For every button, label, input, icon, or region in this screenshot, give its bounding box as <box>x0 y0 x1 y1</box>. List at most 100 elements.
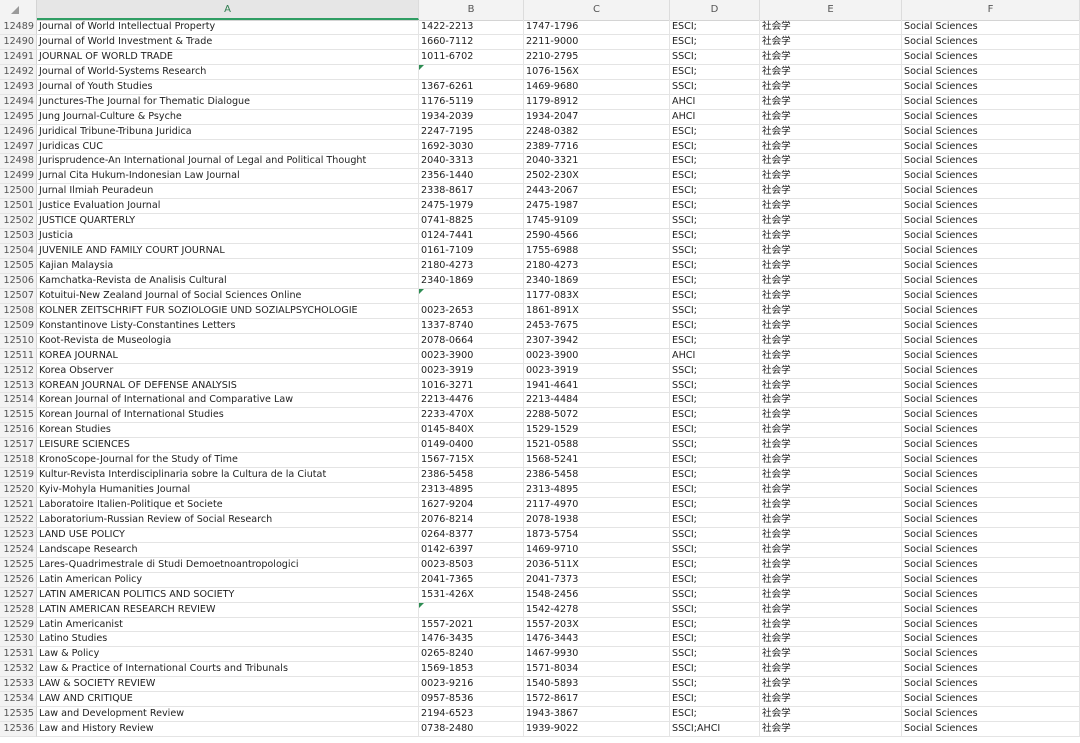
cell-category-en[interactable]: Social Sciences <box>902 692 1080 708</box>
cell-journal-title[interactable]: Koot-Revista de Museologia <box>37 333 419 349</box>
cell-eissn[interactable]: 1747-1796 <box>524 20 670 35</box>
cell-eissn[interactable]: 2389-7716 <box>524 139 670 155</box>
cell-index[interactable]: SSCI; <box>670 214 760 230</box>
column-header-e[interactable]: E <box>760 0 902 20</box>
error-indicator-icon[interactable] <box>419 602 424 608</box>
cell-eissn[interactable]: 1467-9930 <box>524 647 670 663</box>
row-number[interactable]: 12496 <box>0 124 37 140</box>
cell-category-en[interactable]: Social Sciences <box>902 453 1080 469</box>
cell-category-cn[interactable]: 社会学 <box>760 677 902 693</box>
cell-eissn[interactable]: 2117-4970 <box>524 498 670 513</box>
cell-journal-title[interactable]: Journal of World Investment & Trade <box>37 34 419 50</box>
row-number[interactable]: 12531 <box>0 647 37 663</box>
row-number[interactable]: 12527 <box>0 587 37 603</box>
cell-index[interactable]: SSCI; <box>670 587 760 603</box>
cell-category-en[interactable]: Social Sciences <box>902 572 1080 588</box>
row-number[interactable]: 12504 <box>0 244 37 259</box>
cell-category-en[interactable]: Social Sciences <box>902 617 1080 633</box>
cell-issn[interactable] <box>419 602 524 618</box>
cell-eissn[interactable]: 2213-4484 <box>524 393 670 409</box>
cell-journal-title[interactable]: LEISURE SCIENCES <box>37 438 419 454</box>
row-number[interactable]: 12509 <box>0 318 37 334</box>
cell-index[interactable]: SSCI; <box>670 79 760 95</box>
row-number[interactable]: 12510 <box>0 333 37 349</box>
cell-category-cn[interactable]: 社会学 <box>760 244 902 259</box>
cell-index[interactable]: ESCI; <box>670 154 760 170</box>
cell-eissn[interactable]: 1542-4278 <box>524 602 670 618</box>
cell-category-en[interactable]: Social Sciences <box>902 154 1080 170</box>
cell-eissn[interactable]: 1873-5754 <box>524 527 670 543</box>
cell-journal-title[interactable]: JUVENILE AND FAMILY COURT JOURNAL <box>37 244 419 259</box>
error-indicator-icon[interactable] <box>419 64 424 70</box>
cell-journal-title[interactable]: KronoScope-Journal for the Study of Time <box>37 453 419 469</box>
cell-category-en[interactable]: Social Sciences <box>902 677 1080 693</box>
cell-index[interactable]: ESCI; <box>670 393 760 409</box>
cell-index[interactable]: SSCI; <box>670 527 760 543</box>
row-number[interactable]: 12498 <box>0 154 37 170</box>
cell-eissn[interactable]: 2386-5458 <box>524 468 670 484</box>
cell-category-cn[interactable]: 社会学 <box>760 64 902 80</box>
row-number[interactable]: 12516 <box>0 423 37 439</box>
cell-issn[interactable]: 0023-8503 <box>419 557 524 573</box>
cell-eissn[interactable]: 1571-8034 <box>524 662 670 678</box>
cell-issn[interactable]: 1337-8740 <box>419 318 524 334</box>
cell-journal-title[interactable]: Justice Evaluation Journal <box>37 199 419 215</box>
cell-category-en[interactable]: Social Sciences <box>902 438 1080 454</box>
cell-category-cn[interactable]: 社会学 <box>760 199 902 215</box>
cell-issn[interactable]: 1660-7112 <box>419 34 524 50</box>
cell-category-cn[interactable]: 社会学 <box>760 587 902 603</box>
cell-index[interactable]: ESCI; <box>670 64 760 80</box>
row-number[interactable]: 12508 <box>0 303 37 319</box>
cell-journal-title[interactable]: Laboratoire Italien-Politique et Societe <box>37 498 419 513</box>
cell-category-en[interactable]: Social Sciences <box>902 259 1080 274</box>
cell-issn[interactable]: 0264-8377 <box>419 527 524 543</box>
cell-issn[interactable] <box>419 64 524 80</box>
cell-category-en[interactable]: Social Sciences <box>902 363 1080 379</box>
cell-index[interactable]: ESCI; <box>670 318 760 334</box>
cell-journal-title[interactable]: Kamchatka-Revista de Analisis Cultural <box>37 273 419 289</box>
cell-issn[interactable]: 2180-4273 <box>419 259 524 274</box>
cell-category-en[interactable]: Social Sciences <box>902 468 1080 484</box>
cell-eissn[interactable]: 2040-3321 <box>524 154 670 170</box>
row-number[interactable]: 12515 <box>0 408 37 424</box>
cell-category-cn[interactable]: 社会学 <box>760 662 902 678</box>
cell-index[interactable]: AHCI <box>670 94 760 110</box>
cell-issn[interactable]: 0265-8240 <box>419 647 524 663</box>
cell-journal-title[interactable]: Journal of Youth Studies <box>37 79 419 95</box>
cell-index[interactable]: AHCI <box>670 348 760 364</box>
cell-category-en[interactable]: Social Sciences <box>902 378 1080 394</box>
cell-eissn[interactable]: 0023-3919 <box>524 363 670 379</box>
column-header-d[interactable]: D <box>670 0 760 20</box>
cell-eissn[interactable]: 1540-5893 <box>524 677 670 693</box>
cell-eissn[interactable]: 2453-7675 <box>524 318 670 334</box>
cell-category-cn[interactable]: 社会学 <box>760 109 902 125</box>
cell-category-en[interactable]: Social Sciences <box>902 423 1080 439</box>
cell-issn[interactable]: 2076-8214 <box>419 512 524 528</box>
cell-category-en[interactable]: Social Sciences <box>902 139 1080 155</box>
cell-index[interactable]: ESCI; <box>670 273 760 289</box>
cell-journal-title[interactable]: Law & Policy <box>37 647 419 663</box>
cell-issn[interactable]: 2194-6523 <box>419 707 524 723</box>
cell-issn[interactable]: 1422-2213 <box>419 20 524 35</box>
cell-eissn[interactable]: 2443-2067 <box>524 184 670 200</box>
cell-category-en[interactable]: Social Sciences <box>902 408 1080 424</box>
cell-category-cn[interactable]: 社会学 <box>760 79 902 95</box>
cell-category-en[interactable]: Social Sciences <box>902 229 1080 245</box>
cell-index[interactable]: SSCI; <box>670 677 760 693</box>
cell-journal-title[interactable]: Kultur-Revista Interdisciplinaria sobre … <box>37 468 419 484</box>
cell-category-cn[interactable]: 社会学 <box>760 393 902 409</box>
cell-category-cn[interactable]: 社会学 <box>760 348 902 364</box>
cell-eissn[interactable]: 1568-5241 <box>524 453 670 469</box>
cell-eissn[interactable]: 1469-9680 <box>524 79 670 95</box>
cell-category-en[interactable]: Social Sciences <box>902 273 1080 289</box>
cell-journal-title[interactable]: Journal of World-Systems Research <box>37 64 419 80</box>
cell-index[interactable]: ESCI; <box>670 288 760 304</box>
cell-journal-title[interactable]: JOURNAL OF WORLD TRADE <box>37 49 419 65</box>
cell-eissn[interactable]: 1476-3443 <box>524 632 670 648</box>
cell-category-en[interactable]: Social Sciences <box>902 498 1080 513</box>
cell-journal-title[interactable]: Lares-Quadrimestrale di Studi Demoetnoan… <box>37 557 419 573</box>
column-header-f[interactable]: F <box>902 0 1080 20</box>
cell-journal-title[interactable]: Juridical Tribune-Tribuna Juridica <box>37 124 419 140</box>
column-header-a[interactable]: A <box>37 0 419 20</box>
cell-journal-title[interactable]: Kyiv-Mohyla Humanities Journal <box>37 483 419 498</box>
